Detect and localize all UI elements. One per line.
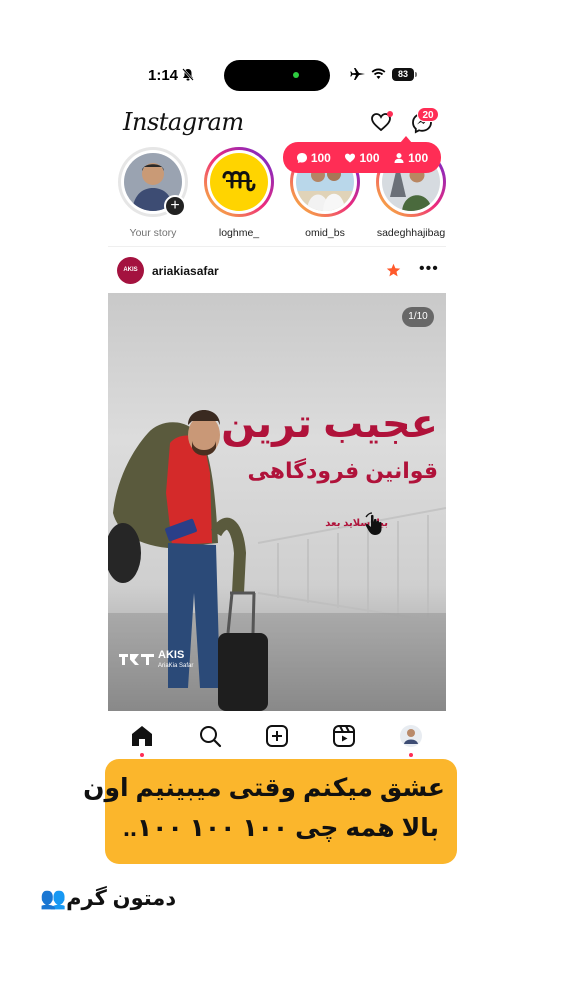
story-username: Your story xyxy=(129,227,177,239)
story-ring-gap xyxy=(207,150,271,214)
caption-line-2: بالا همه چی ۱۰۰ ۱۰۰ ۱۰۰.. xyxy=(123,814,439,842)
battery-cap xyxy=(415,72,417,77)
profile-avatar-icon[interactable] xyxy=(398,723,424,749)
status-bar: 1:14 83 xyxy=(108,50,446,102)
story-ring xyxy=(204,147,274,217)
post-headline: عجیب ترین xyxy=(221,402,438,446)
avatar xyxy=(210,153,268,211)
more-options-icon[interactable]: ••• xyxy=(419,260,439,278)
person-icon xyxy=(394,152,404,163)
story-username: omid_bs xyxy=(305,227,345,239)
home-icon[interactable] xyxy=(129,723,155,749)
brand-subtitle: AriaKia Safar xyxy=(158,663,194,669)
app-header: Instagram 20 xyxy=(108,102,446,144)
followers-count: 100 xyxy=(408,150,429,165)
comments-count: 100 xyxy=(310,150,331,165)
caption-line-1: عشق میکنم وقتی میبینیم اون xyxy=(83,774,445,802)
story-username: loghme_ xyxy=(218,227,260,239)
stories-divider xyxy=(108,246,446,247)
story-username: sadeghhajibag xyxy=(376,227,446,239)
star-icon[interactable] xyxy=(386,263,401,278)
reels-icon[interactable] xyxy=(331,723,357,749)
footer-caption: دمتون گرم👥 xyxy=(40,887,177,910)
search-icon[interactable] xyxy=(197,723,223,749)
activity-dot xyxy=(387,111,393,117)
airplane-icon xyxy=(350,68,365,80)
home-tab-dot xyxy=(140,753,144,757)
likes-count-item: 100 xyxy=(344,150,380,165)
messages-badge: 20 xyxy=(417,107,439,122)
likes-count: 100 xyxy=(359,150,380,165)
akis-logo-icon xyxy=(119,654,154,665)
dynamic-island xyxy=(224,60,330,91)
battery-indicator: 83 xyxy=(392,68,414,81)
post-author-username[interactable]: ariakiasafar xyxy=(152,264,219,278)
wifi-icon xyxy=(371,68,386,79)
hand-swipe-icon xyxy=(365,512,382,535)
comments-count-item: 100 xyxy=(296,151,331,165)
bell-muted-icon xyxy=(182,68,194,81)
profile-tab-dot xyxy=(409,753,413,757)
brand-name: AKIS xyxy=(158,649,185,661)
camera-indicator-dot xyxy=(293,72,299,78)
followers-count-item: 100 xyxy=(393,151,428,165)
add-story-plus-icon[interactable]: + xyxy=(164,195,186,217)
story-canvas: 1:14 83 Instagram 20 100 100 100 + Your … xyxy=(0,0,563,1000)
heart-filled-icon xyxy=(345,153,356,162)
comment-icon xyxy=(296,152,307,163)
status-time: 1:14 xyxy=(148,67,179,84)
post-header: AKIS ariakiasafar ••• xyxy=(108,255,446,287)
post-media[interactable]: 1/10 عجیب ترین قوانین فرودگاهی بیا اسلای… xyxy=(108,293,446,711)
slide-counter: 1/10 xyxy=(402,307,434,327)
bottom-tab-bar xyxy=(108,715,446,760)
post-subheadline: قوانین فرودگاهی xyxy=(247,458,438,483)
create-post-icon[interactable] xyxy=(264,723,290,749)
post-author-avatar[interactable]: AKIS xyxy=(117,257,144,284)
activity-notification-bubble[interactable]: 100 100 100 xyxy=(283,142,441,173)
phone-screenshot: 1:14 83 Instagram 20 100 100 100 + Your … xyxy=(108,50,446,760)
instagram-logo[interactable]: Instagram xyxy=(123,108,244,136)
caption-sticker: عشق میکنم وقتی میبینیم اون بالا همه چی ۱… xyxy=(83,759,457,864)
